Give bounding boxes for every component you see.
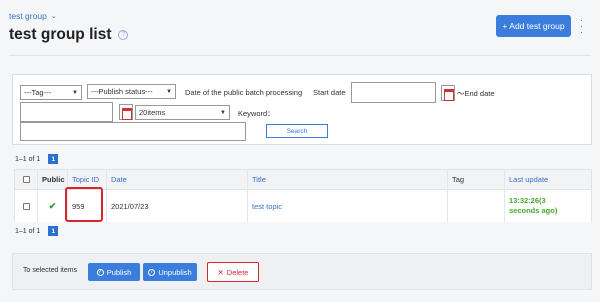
breadcrumb-label[interactable]: test group xyxy=(9,11,47,21)
last-update-cell: 13:32:26(3 seconds ago) xyxy=(504,190,593,222)
last-update-text: 13:32:26(3 seconds ago) xyxy=(509,196,557,216)
public-cell: ✔ xyxy=(37,190,67,222)
pagination-top: 1–1 of 1 1 xyxy=(15,154,59,164)
publish-status-value: ---Publish status--- xyxy=(91,87,153,96)
pagination-range: 1–1 of 1 xyxy=(15,155,41,163)
select-all-checkbox[interactable] xyxy=(22,176,30,183)
page-title: test group list xyxy=(9,26,112,43)
row-checkbox[interactable] xyxy=(22,202,30,210)
add-test-group-button[interactable]: + Add test group xyxy=(496,15,571,37)
highlight-box xyxy=(65,187,103,222)
bulk-actions-bar: To selected items ✓ Publish / Unpublish … xyxy=(12,253,592,290)
per-page-value: 20items xyxy=(139,108,166,117)
chevron-down-icon[interactable]: ⌄ xyxy=(51,12,57,20)
pagination-range: 1–1 of 1 xyxy=(15,227,41,235)
col-last-update[interactable]: Last update xyxy=(504,170,593,189)
more-options-icon[interactable]: · · · xyxy=(579,16,584,38)
col-public: Public xyxy=(37,170,67,189)
unpublish-label: Unpublish xyxy=(158,267,192,277)
calendar-icon[interactable] xyxy=(441,85,455,101)
topic-title-link[interactable]: test topic xyxy=(252,202,282,211)
ban-icon: / xyxy=(148,268,156,276)
tag-select-value: ---Tag--- xyxy=(24,88,52,97)
chevron-down-icon: ▼ xyxy=(220,109,226,116)
publish-label: Publish xyxy=(106,267,132,277)
unpublish-button[interactable]: / Unpublish xyxy=(143,263,197,281)
pagination-bottom: 1–1 of 1 1 xyxy=(15,226,59,236)
delete-button[interactable]: ✕ Delete xyxy=(207,262,259,282)
page-number-button[interactable]: 1 xyxy=(48,154,59,164)
chevron-down-icon: ▼ xyxy=(72,89,78,96)
delete-label: Delete xyxy=(226,267,249,277)
start-date-label: Start date xyxy=(313,88,346,97)
check-circle-icon: ✓ xyxy=(96,268,104,276)
page-title-wrap: test group list ? xyxy=(9,26,129,44)
publish-status-select[interactable]: ---Publish status--- ▼ xyxy=(87,84,176,99)
search-button[interactable]: Search xyxy=(266,124,328,138)
last-update-ago: seconds ago) xyxy=(509,206,558,215)
title-cell: test topic xyxy=(247,190,447,222)
row-select-cell xyxy=(15,190,37,222)
page-number-button[interactable]: 1 xyxy=(48,226,59,236)
last-update-time: 13:32:26(3 xyxy=(509,196,546,205)
chevron-down-icon: ▼ xyxy=(166,88,172,95)
date-label: Date of the public batch processing xyxy=(185,88,303,97)
col-date[interactable]: Date xyxy=(106,170,247,189)
page-header: test group ⌄ test group list ? + Add tes… xyxy=(0,0,600,60)
tag-select[interactable]: ---Tag--- ▼ xyxy=(20,85,82,100)
published-check-icon: ✔ xyxy=(48,200,57,211)
publish-button[interactable]: ✓ Publish xyxy=(88,263,140,281)
col-title[interactable]: Title xyxy=(247,170,447,189)
end-date-label: 〜End date xyxy=(457,89,495,98)
end-date-input[interactable] xyxy=(20,102,113,122)
select-all-cell xyxy=(15,170,37,189)
calendar-icon[interactable] xyxy=(119,104,133,120)
start-date-input[interactable] xyxy=(351,82,436,103)
header-divider xyxy=(9,55,591,56)
breadcrumb[interactable]: test group ⌄ xyxy=(9,11,57,21)
tag-cell xyxy=(447,190,504,222)
help-icon[interactable]: ? xyxy=(118,30,129,40)
per-page-select[interactable]: 20items ▼ xyxy=(135,105,230,120)
close-icon: ✕ xyxy=(217,267,224,277)
keyword-input[interactable] xyxy=(20,122,246,141)
date-cell: 2021/07/23 xyxy=(106,190,247,222)
col-tag: Tag xyxy=(447,170,504,189)
keyword-label: Keyword： xyxy=(238,109,275,118)
bulk-actions-label: To selected items xyxy=(23,267,78,274)
filter-panel: ---Tag--- ▼ ---Publish status--- ▼ Date … xyxy=(12,74,592,145)
